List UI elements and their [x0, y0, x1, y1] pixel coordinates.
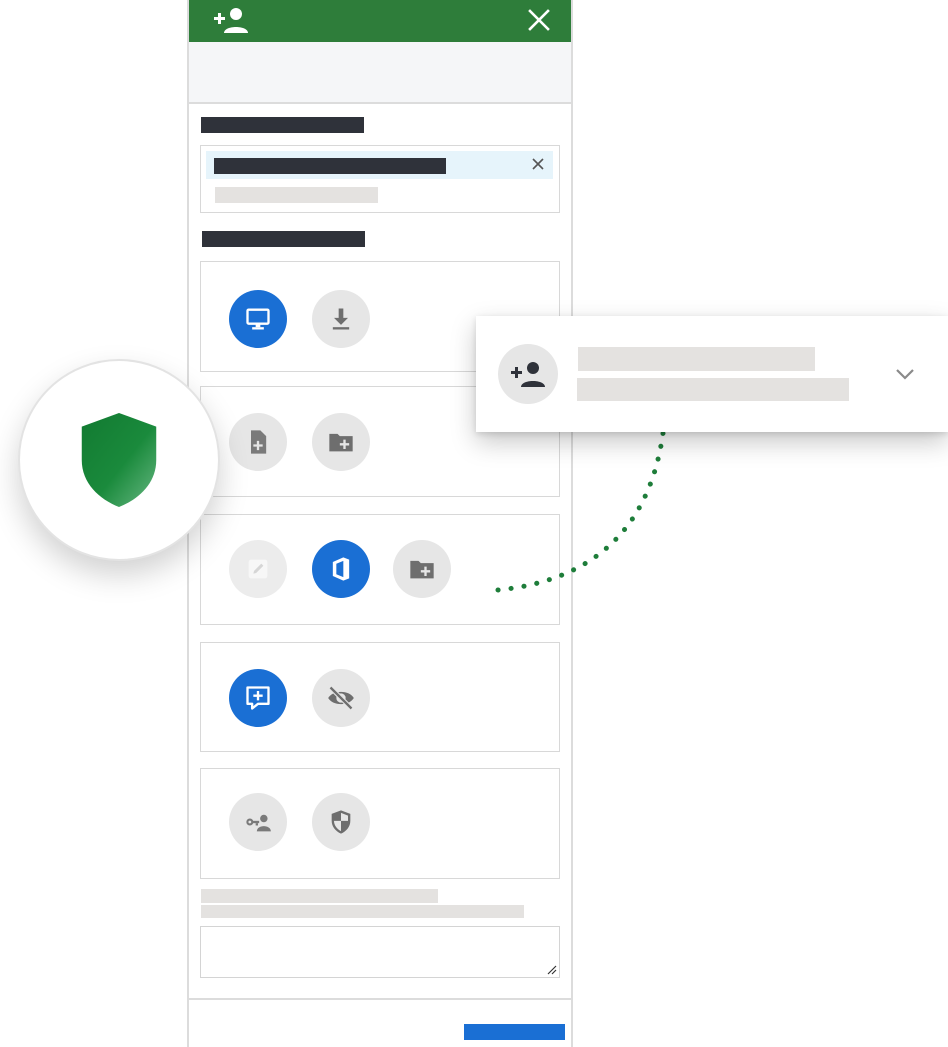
user-permission-card[interactable]	[476, 316, 948, 432]
key-user-icon	[246, 814, 271, 832]
close-icon[interactable]	[531, 157, 545, 171]
download-button[interactable]	[312, 290, 370, 348]
office-button[interactable]	[312, 540, 370, 598]
message-textarea[interactable]	[200, 926, 560, 978]
person-add-icon[interactable]	[213, 6, 249, 34]
screen-share-button[interactable]	[229, 290, 287, 348]
comment-add-icon	[246, 686, 270, 710]
shield-icon	[81, 412, 157, 508]
user-name	[578, 347, 815, 371]
recipient-chip[interactable]	[206, 151, 553, 179]
user-avatar	[498, 344, 558, 404]
monitor-icon	[246, 308, 270, 330]
add-comment-button[interactable]	[229, 669, 287, 727]
download-icon	[332, 308, 350, 330]
person-add-icon	[511, 362, 545, 387]
message-label	[201, 889, 438, 903]
security-badge	[18, 359, 220, 561]
submit-button[interactable]	[464, 1024, 565, 1040]
chevron-down-icon[interactable]	[894, 364, 916, 384]
security-button[interactable]	[312, 793, 370, 851]
add-folder-button[interactable]	[393, 540, 451, 598]
user-permission-summary	[577, 378, 849, 401]
panel-header	[189, 0, 571, 42]
office-icon	[332, 557, 350, 581]
add-file-button[interactable]	[229, 413, 287, 471]
visibility-off-icon	[328, 685, 354, 711]
close-icon[interactable]	[527, 8, 551, 32]
recipient-chip-label	[214, 158, 446, 174]
panel-toolbar	[189, 42, 571, 104]
recipient-helper-text	[215, 187, 378, 203]
edit-button[interactable]	[229, 540, 287, 598]
edit-icon	[248, 559, 268, 579]
footer-divider	[189, 998, 571, 1000]
recipients-heading	[201, 117, 364, 133]
add-folder-button[interactable]	[312, 413, 370, 471]
resize-grip-icon[interactable]	[545, 963, 557, 975]
security-shield-icon	[331, 810, 351, 834]
message-hint	[201, 905, 524, 918]
permissions-heading	[202, 231, 365, 247]
key-user-button[interactable]	[229, 793, 287, 851]
file-add-icon	[251, 430, 267, 454]
folder-add-icon	[410, 560, 434, 579]
folder-add-icon	[329, 433, 353, 452]
hide-button[interactable]	[312, 669, 370, 727]
